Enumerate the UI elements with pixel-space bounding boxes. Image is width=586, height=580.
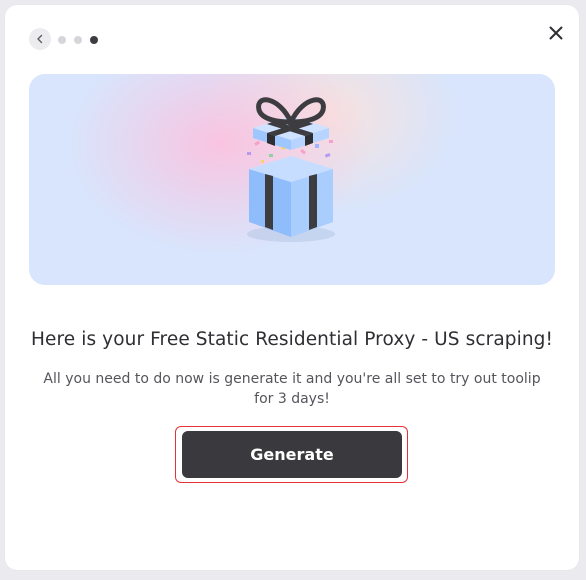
gift-box-icon [247,97,335,242]
close-button[interactable] [545,22,567,44]
hero-banner [29,74,555,285]
step-indicator [58,36,98,44]
offer-title: Here is your Free Static Residential Pro… [30,329,554,350]
generate-button[interactable]: Generate [182,431,402,478]
offer-modal: Here is your Free Static Residential Pro… [5,5,579,570]
step-dot-2 [74,36,82,44]
close-icon [549,26,563,40]
chevron-left-icon [37,34,43,44]
step-dot-1 [58,36,66,44]
step-dot-3-active [90,36,98,44]
offer-description: All you need to do now is generate it an… [43,371,541,407]
back-button[interactable] [29,28,51,50]
